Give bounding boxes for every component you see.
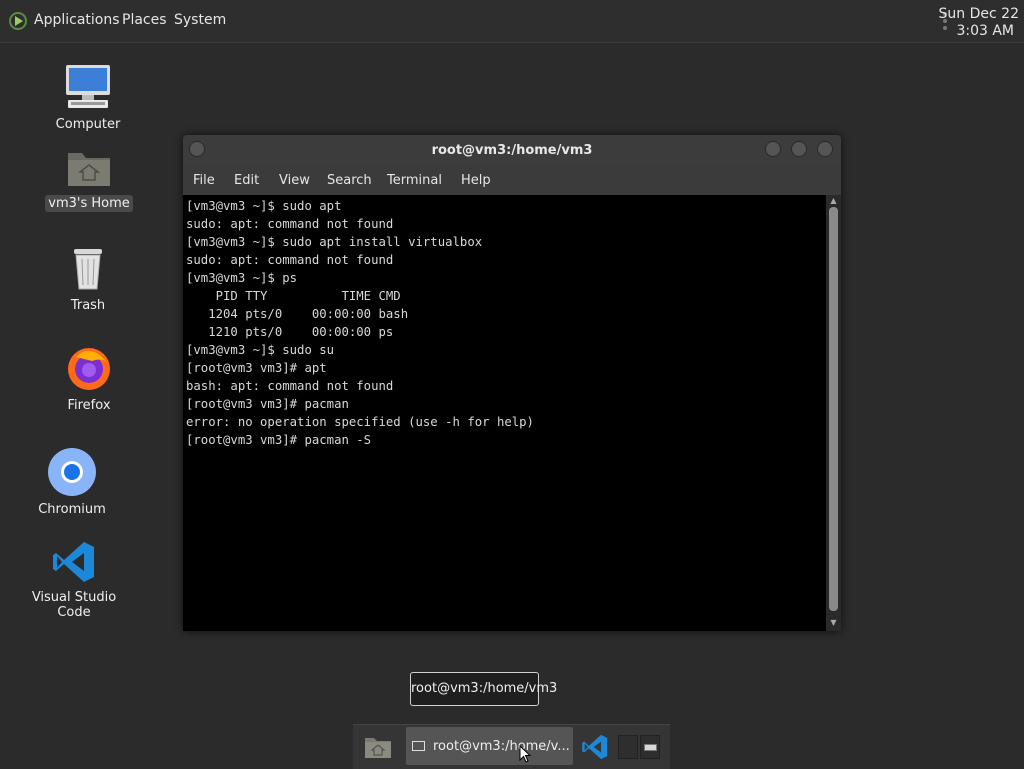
applications-menu[interactable]: Applications	[34, 12, 120, 28]
desktop-icon-label: Firefox	[67, 398, 111, 413]
clock-time[interactable]: 3:03 AM	[956, 23, 1014, 39]
bottom-taskbar: root@vm3:/home/v...	[353, 724, 670, 769]
terminal-output: [vm3@vm3 ~]$ sudo apt sudo: apt: command …	[186, 197, 534, 449]
terminal-line: bash: apt: command not found	[186, 379, 394, 393]
terminal-icon	[412, 741, 425, 751]
terminal-line: sudo: apt: command not found	[186, 253, 394, 267]
menu-file[interactable]: File	[193, 173, 215, 188]
terminal-scrollbar[interactable]: ▲ ▼	[826, 195, 841, 631]
desktop-icon-computer[interactable]: Computer	[48, 62, 128, 133]
menu-terminal[interactable]: Terminal	[387, 173, 442, 188]
computer-icon	[66, 65, 110, 108]
trash-icon	[74, 249, 102, 290]
scrollbar-thumb[interactable]	[829, 207, 838, 611]
clock-date[interactable]: Sun Dec 22	[939, 6, 1019, 22]
terminal-line: 1210 pts/0 00:00:00 ps	[186, 325, 394, 339]
desktop-icon-label: Computer	[55, 117, 121, 132]
menu-help[interactable]: Help	[461, 173, 491, 188]
taskbar-tooltip: root@vm3:/home/vm3	[410, 672, 557, 706]
menu-search[interactable]: Search	[327, 173, 372, 188]
menu-edit[interactable]: Edit	[234, 173, 259, 188]
applications-logo-icon[interactable]	[8, 11, 28, 31]
show-desktop-folder-icon[interactable]	[363, 733, 393, 761]
terminal-line: error: no operation specified (use -h fo…	[186, 415, 534, 429]
terminal-window[interactable]: root@vm3:/home/vm3 File Edit View Search…	[183, 135, 841, 631]
taskbar-terminal-button[interactable]: root@vm3:/home/v...	[406, 727, 573, 765]
firefox-icon	[68, 348, 110, 390]
terminal-menubar: File Edit View Search Terminal Help	[183, 165, 841, 195]
desktop-icon-label: vm3's Home	[45, 195, 133, 212]
terminal-line: [root@vm3 vm3]# pacman -S	[186, 433, 372, 447]
desktop-icon-chromium[interactable]: Chromium	[32, 447, 112, 518]
scroll-down-arrow-icon[interactable]: ▼	[829, 619, 838, 627]
desktop-icon-label: Trash	[70, 298, 106, 313]
terminal-line: [vm3@vm3 ~]$ sudo apt	[186, 199, 342, 213]
workspace-switcher[interactable]	[618, 735, 662, 759]
scroll-up-arrow-icon[interactable]: ▲	[829, 197, 838, 205]
terminal-line: sudo: apt: command not found	[186, 217, 394, 231]
mouse-cursor-icon	[519, 745, 531, 763]
places-menu[interactable]: Places	[122, 12, 167, 28]
terminal-line: PID TTY TIME CMD	[186, 289, 401, 303]
maximize-button[interactable]	[791, 141, 807, 157]
chromium-icon	[48, 448, 96, 496]
desktop-icon-firefox[interactable]: Firefox	[49, 343, 129, 414]
minimize-button[interactable]	[765, 141, 781, 157]
taskbar-vscode-icon[interactable]	[581, 733, 609, 761]
terminal-line: [root@vm3 vm3]# pacman	[186, 397, 349, 411]
desktop-icon-label: Chromium	[38, 502, 106, 517]
terminal-line: [root@vm3 vm3]# apt	[186, 361, 327, 375]
system-menu[interactable]: System	[174, 12, 226, 28]
desktop-icon-home[interactable]: vm3's Home	[44, 145, 134, 212]
home-folder-icon	[68, 153, 110, 186]
workspace-1[interactable]	[618, 735, 638, 759]
terminal-titlebar[interactable]: root@vm3:/home/vm3	[183, 135, 841, 165]
window-title: root@vm3:/home/vm3	[431, 143, 593, 158]
desktop-icon-label: Visual Studio Code	[31, 590, 117, 620]
terminal-screen[interactable]: [vm3@vm3 ~]$ sudo apt sudo: apt: command …	[183, 195, 826, 631]
menu-view[interactable]: View	[279, 173, 310, 188]
top-panel: Applications Places System Sun Dec 22 3:…	[0, 0, 1024, 43]
close-button[interactable]	[817, 141, 833, 157]
terminal-line: [vm3@vm3 ~]$ sudo apt install virtualbox	[186, 235, 483, 249]
desktop-icon-trash[interactable]: Trash	[48, 245, 128, 314]
vscode-icon	[53, 542, 94, 582]
terminal-line: [vm3@vm3 ~]$ sudo su	[186, 343, 335, 357]
terminal-line: [vm3@vm3 ~]$ ps	[186, 271, 298, 285]
taskbar-terminal-label: root@vm3:/home/v...	[433, 739, 570, 754]
desktop-icon-vscode[interactable]: Visual Studio Code	[14, 539, 134, 621]
workspace-2[interactable]	[640, 735, 660, 759]
terminal-line: 1204 pts/0 00:00:00 bash	[186, 307, 409, 321]
